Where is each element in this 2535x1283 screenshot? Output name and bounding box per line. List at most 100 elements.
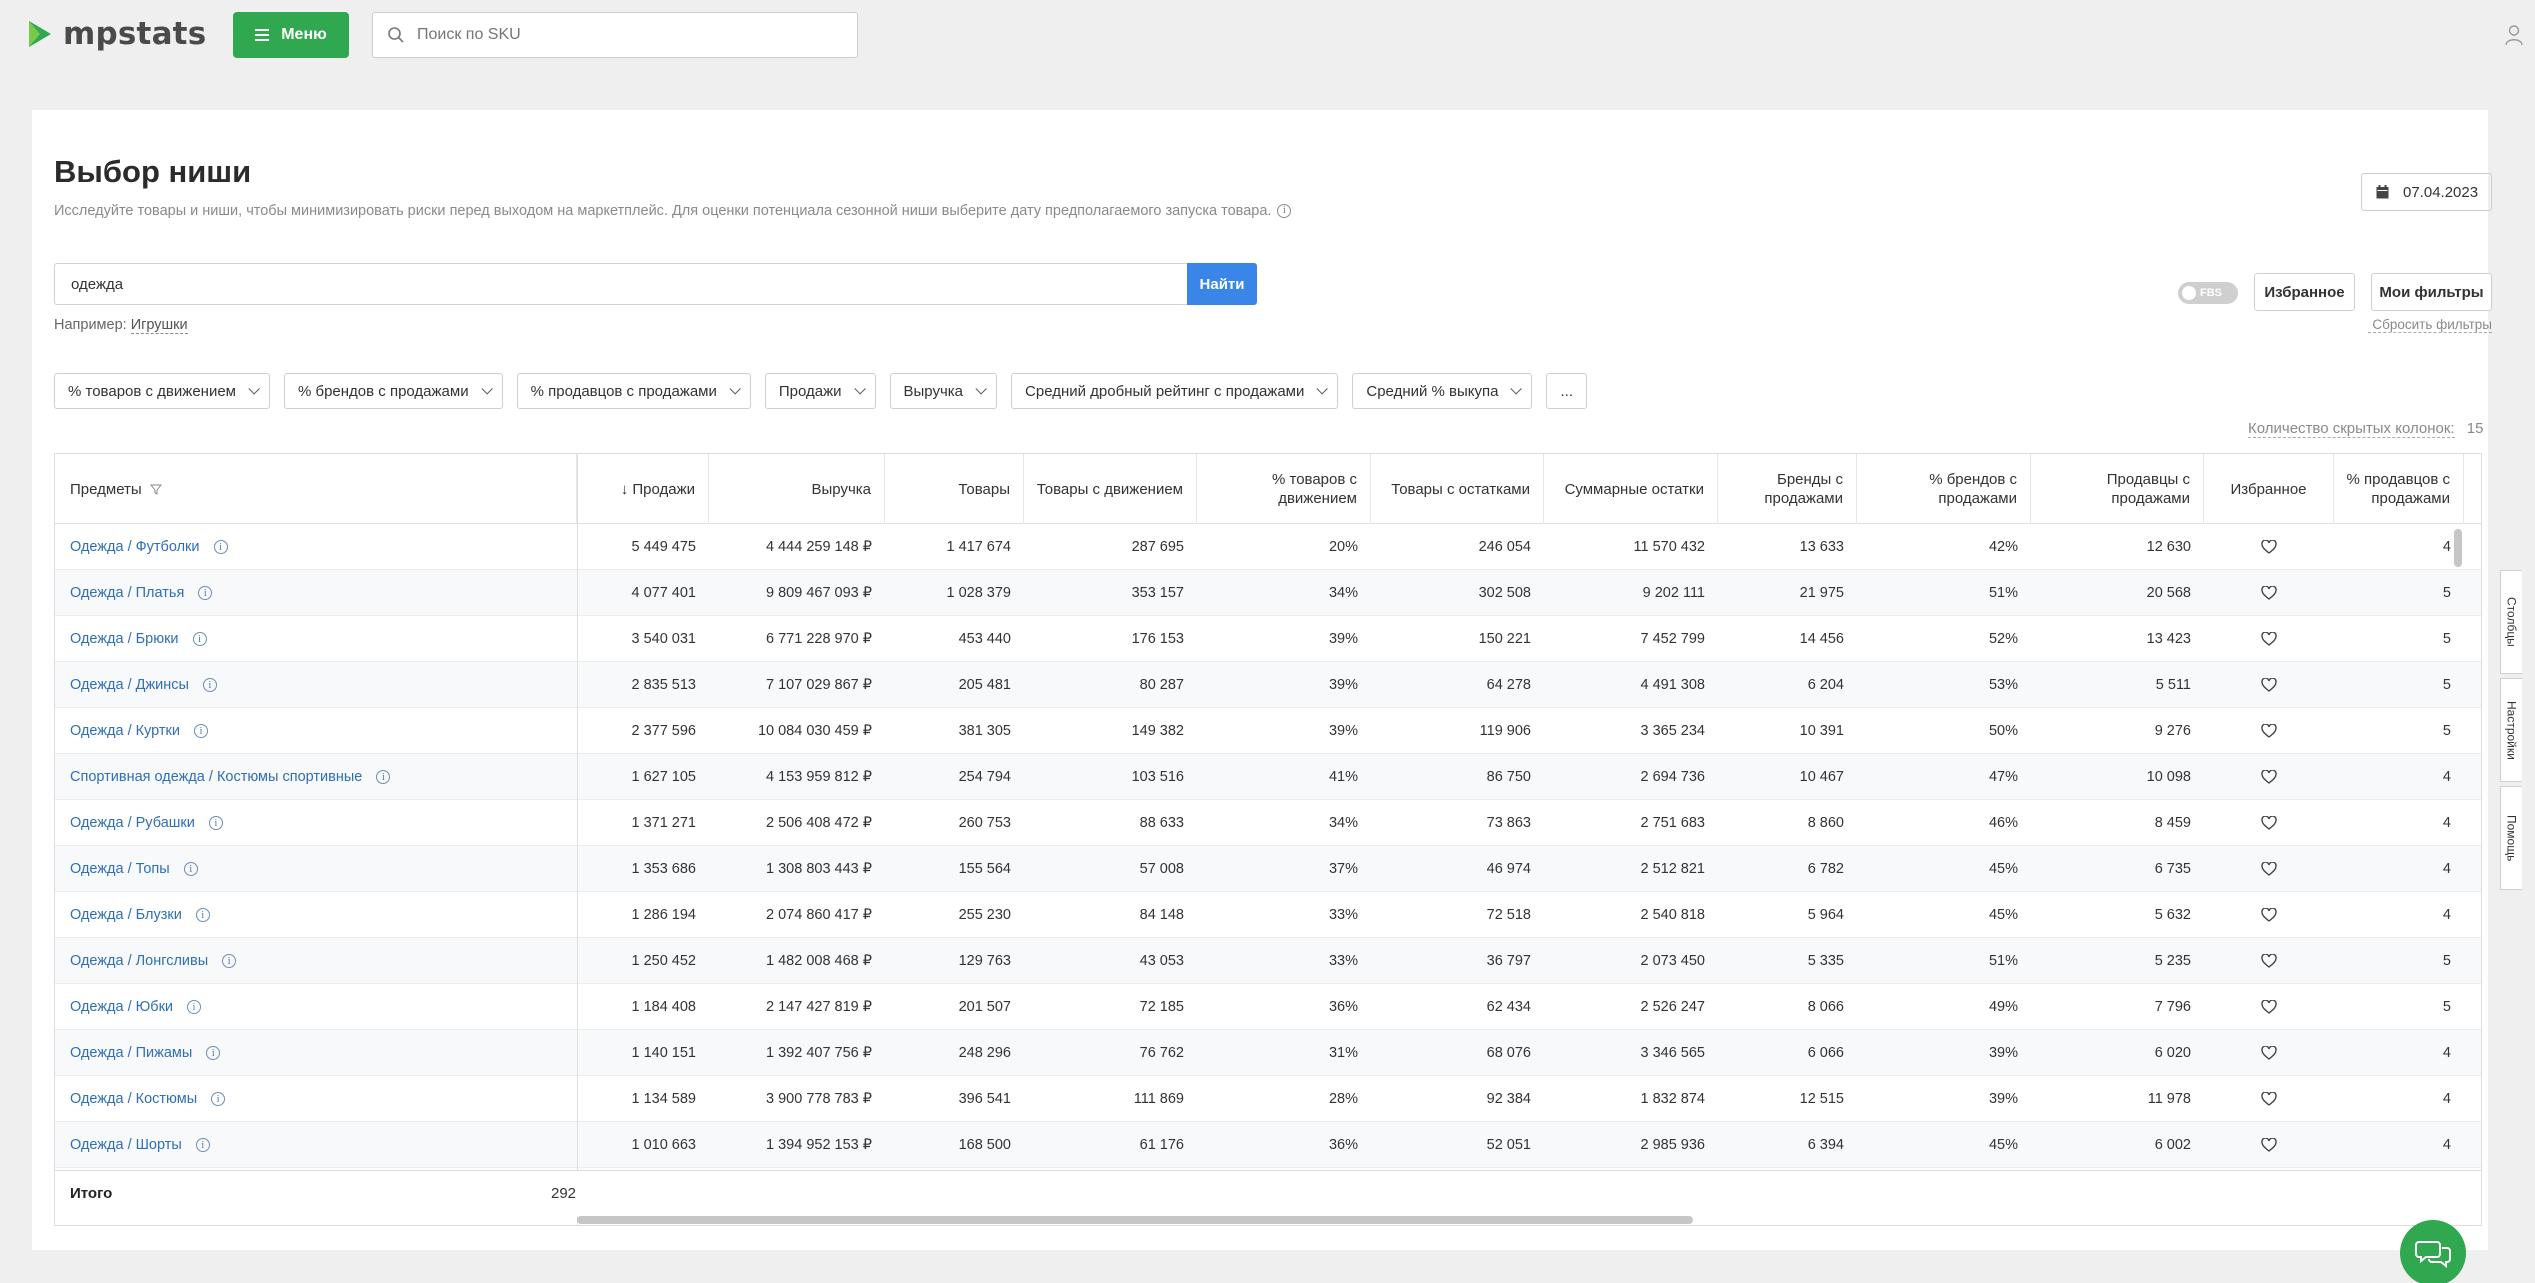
cell-subject[interactable]: Одежда / Лонгсливы i: [55, 938, 577, 984]
cell-subject[interactable]: Одежда / Брюки i: [55, 616, 577, 662]
cell-favorite[interactable]: [2204, 708, 2334, 754]
table-row[interactable]: Одежда / Лонгсливы i 1 250 452 1 482 008 46…: [55, 938, 2481, 984]
cell-favorite[interactable]: [2204, 1076, 2334, 1122]
cell-favorite[interactable]: [2204, 800, 2334, 846]
subject-link[interactable]: Одежда / Костюмы: [70, 1091, 197, 1107]
column-header-sales[interactable]: ↓ Продажи: [577, 454, 709, 524]
column-header-subject[interactable]: Предметы: [55, 454, 577, 524]
subject-link[interactable]: Одежда / Лонгсливы: [70, 953, 208, 969]
filter-chip[interactable]: Средний дробный рейтинг с продажами: [1011, 373, 1339, 409]
hidden-columns-count[interactable]: Количество скрытых колонок: 15: [2248, 420, 2483, 438]
cell-favorite[interactable]: [2204, 570, 2334, 616]
table-row[interactable]: Одежда / Рубашки i 1 371 271 2 506 408 472 …: [55, 800, 2481, 846]
cell-subject[interactable]: Спортивная одежда / Костюмы спортивные i: [55, 754, 577, 800]
cell-favorite[interactable]: [2204, 1122, 2334, 1168]
table-row[interactable]: Одежда / Топы i 1 353 686 1 308 803 443 ₽ 15…: [55, 846, 2481, 892]
cell-favorite[interactable]: [2204, 754, 2334, 800]
chat-button[interactable]: [2400, 1220, 2466, 1283]
horizontal-scrollbar[interactable]: [577, 1216, 1693, 1224]
cell-favorite[interactable]: [2204, 846, 2334, 892]
column-header-revenue[interactable]: Выручка: [709, 454, 885, 524]
cell-subject[interactable]: Одежда / Рубашки i: [55, 800, 577, 846]
sku-search-input[interactable]: [417, 26, 817, 44]
table-row[interactable]: Одежда / Пижамы i 1 140 151 1 392 407 756 ₽…: [55, 1030, 2481, 1076]
cell-subject[interactable]: Одежда / Джинсы i: [55, 662, 577, 708]
cell-favorite[interactable]: [2204, 1030, 2334, 1076]
subject-link[interactable]: Одежда / Джинсы: [70, 677, 189, 693]
cell-favorite[interactable]: [2204, 524, 2334, 570]
column-header-favorite[interactable]: Избранное: [2204, 454, 2334, 524]
heart-icon[interactable]: [2261, 1092, 2277, 1106]
cell-favorite[interactable]: [2204, 938, 2334, 984]
subject-link[interactable]: Одежда / Пижамы: [70, 1045, 192, 1061]
subject-link[interactable]: Спортивная одежда / Костюмы спортивные: [70, 769, 362, 785]
column-header-sellers-sales[interactable]: Продавцы с продажами: [2031, 454, 2204, 524]
cell-favorite[interactable]: [2204, 662, 2334, 708]
info-icon[interactable]: i: [198, 586, 213, 600]
filter-chip[interactable]: % продавцов с продажами: [516, 373, 751, 409]
subject-link[interactable]: Одежда / Брюки: [70, 631, 179, 647]
example-link[interactable]: Игрушки: [130, 317, 188, 334]
filter-chip[interactable]: Средний % выкупа: [1352, 373, 1533, 409]
cell-subject[interactable]: Одежда / Пижамы i: [55, 1030, 577, 1076]
heart-icon[interactable]: [2261, 1000, 2277, 1014]
cell-subject[interactable]: Одежда / Шорты i: [55, 1122, 577, 1168]
table-row[interactable]: Одежда / Футболки i 5 449 475 4 444 259 148…: [55, 524, 2481, 570]
cell-subject[interactable]: Одежда / Платья i: [55, 570, 577, 616]
heart-icon[interactable]: [2261, 540, 2277, 554]
filter-chip[interactable]: Выручка: [889, 373, 998, 409]
side-tab-columns[interactable]: Столбцы: [2500, 570, 2522, 674]
info-icon[interactable]: i: [192, 632, 207, 646]
sku-search-box[interactable]: [372, 12, 858, 58]
fbs-toggle[interactable]: FBS: [2178, 282, 2238, 304]
subject-link[interactable]: Одежда / Блузки: [70, 907, 182, 923]
heart-icon[interactable]: [2261, 816, 2277, 830]
info-icon[interactable]: i: [1277, 204, 1292, 219]
info-icon[interactable]: i: [213, 540, 228, 554]
column-header-products-moving[interactable]: Товары с движением: [1024, 454, 1197, 524]
subject-link[interactable]: Одежда / Шорты: [70, 1137, 182, 1153]
cell-subject[interactable]: Одежда / Футболки i: [55, 524, 577, 570]
subject-link[interactable]: Одежда / Футболки: [70, 539, 200, 555]
reset-filters-link[interactable]: Сбросить фильтры: [2368, 317, 2492, 333]
subject-link[interactable]: Одежда / Топы: [70, 861, 170, 877]
table-row[interactable]: Спортивная одежда / Костюмы спортивные i 1…: [55, 754, 2481, 800]
table-row[interactable]: Одежда / Юбки i 1 184 408 2 147 427 819 ₽ 20…: [55, 984, 2481, 1030]
table-row[interactable]: Одежда / Куртки i 2 377 596 10 084 030 459 …: [55, 708, 2481, 754]
cell-subject[interactable]: Одежда / Блузки i: [55, 892, 577, 938]
column-header-pct-brands-sales[interactable]: % брендов с продажами: [1857, 454, 2031, 524]
subject-link[interactable]: Одежда / Рубашки: [70, 815, 195, 831]
cell-favorite[interactable]: [2204, 984, 2334, 1030]
heart-icon[interactable]: [2261, 1138, 2277, 1152]
heart-icon[interactable]: [2261, 770, 2277, 784]
logo[interactable]: mpstats: [27, 16, 206, 52]
filter-chip[interactable]: % брендов с продажами: [283, 373, 503, 409]
filter-icon[interactable]: [149, 483, 162, 495]
column-header-total-stock[interactable]: Суммарные остатки: [1544, 454, 1718, 524]
column-header-pct-products-moving[interactable]: % товаров с движением: [1197, 454, 1371, 524]
find-button[interactable]: Найти: [1187, 263, 1257, 305]
info-icon[interactable]: i: [195, 908, 210, 922]
cell-subject[interactable]: Одежда / Куртки i: [55, 708, 577, 754]
table-row[interactable]: Одежда / Джинсы i 2 835 513 7 107 029 867 ₽…: [55, 662, 2481, 708]
cell-subject[interactable]: Одежда / Топы i: [55, 846, 577, 892]
heart-icon[interactable]: [2261, 678, 2277, 692]
table-row[interactable]: Одежда / Платья i 4 077 401 9 809 467 093 ₽…: [55, 570, 2481, 616]
info-icon[interactable]: i: [187, 1000, 202, 1014]
more-filters-button[interactable]: ...: [1546, 373, 1587, 409]
cell-favorite[interactable]: [2204, 892, 2334, 938]
heart-icon[interactable]: [2261, 632, 2277, 646]
info-icon[interactable]: i: [222, 954, 237, 968]
subject-link[interactable]: Одежда / Куртки: [70, 723, 180, 739]
side-tab-settings[interactable]: Настройки: [2500, 678, 2522, 782]
column-header-products[interactable]: Товары: [885, 454, 1024, 524]
filter-chip[interactable]: Продажи: [764, 373, 876, 409]
subject-link[interactable]: Одежда / Юбки: [70, 999, 173, 1015]
info-icon[interactable]: i: [183, 862, 198, 876]
cell-subject[interactable]: Одежда / Юбки i: [55, 984, 577, 1030]
info-icon[interactable]: i: [194, 724, 208, 738]
side-tab-help[interactable]: Помощь: [2500, 786, 2522, 890]
table-row[interactable]: Одежда / Шорты i 1 010 663 1 394 952 153 ₽ 1…: [55, 1122, 2481, 1168]
heart-icon[interactable]: [2261, 586, 2277, 600]
heart-icon[interactable]: [2261, 954, 2277, 968]
